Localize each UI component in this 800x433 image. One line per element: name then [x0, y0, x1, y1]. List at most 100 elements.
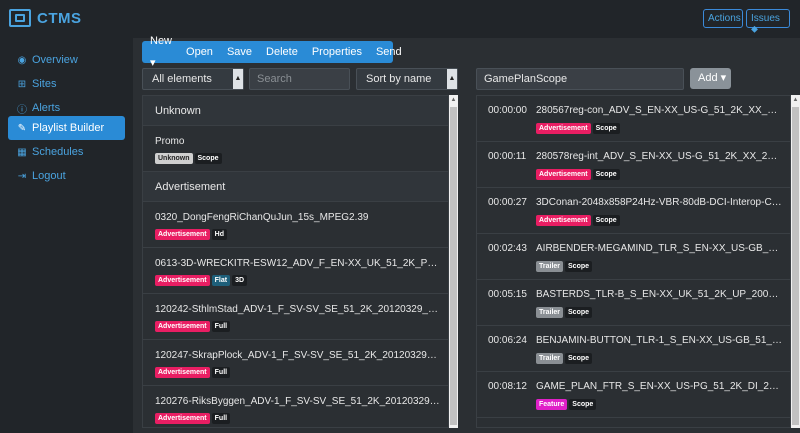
list-item[interactable]: 120242-SthlmStad_ADV-1_F_SV-SV_SE_51_2K_… — [143, 294, 448, 340]
open-button[interactable]: Open — [179, 41, 220, 63]
list-item[interactable]: 0320_DongFengRiChanQuJun_15s_MPEG2.39 Ad… — [143, 202, 448, 248]
element-title: 120247-SkrapPlock_ADV-1_F_SV-SV_SE_51_2K… — [155, 350, 440, 361]
sitemap-icon: ⊞ — [17, 78, 27, 90]
save-button[interactable]: Save — [220, 41, 259, 63]
badge-scope: Scope — [592, 169, 620, 180]
search-input[interactable]: Search — [249, 68, 350, 90]
badge-scope: Scope — [565, 353, 593, 364]
item-title: 3DConan-2048x858P24Hz-VBR-80dB-DCI-Inter… — [536, 197, 782, 208]
list-item[interactable]: 120276-RiksByggen_ADV-1_F_SV-SV_SE_51_2K… — [143, 386, 448, 427]
sidebar-item-sites[interactable]: ⊞ Sites — [8, 72, 125, 96]
issues-button[interactable]: Issues ⬥ — [746, 9, 790, 35]
scrollbar-thumb[interactable] — [450, 107, 457, 425]
item-time: 00:05:15 — [488, 289, 527, 300]
item-time: 00:08:12 — [488, 381, 527, 392]
sidebar-item-label: Logout — [32, 170, 66, 182]
item-title: 280567reg-con_ADV_S_EN-XX_US-G_51_2K_XX_… — [536, 105, 782, 116]
sort-select[interactable]: Sort by name ▲ — [356, 68, 458, 90]
badge-hd: Hd — [211, 229, 227, 240]
badge-full: Full — [211, 321, 231, 332]
group-header: Unknown — [143, 96, 448, 126]
scroll-up-icon[interactable]: ▲ — [449, 95, 458, 105]
sidebar-item-playlist-builder[interactable]: ✎ Playlist Builder — [8, 116, 125, 140]
sidebar-item-label: Sites — [32, 78, 57, 90]
item-title: BENJAMIN-BUTTON_TLR-1_S_EN-XX_US-GB_51_2… — [536, 335, 782, 346]
chevron-down-icon: ▲ — [447, 69, 457, 89]
badge-feature: Feature — [536, 399, 568, 410]
element-list-scrollbar[interactable]: ▲ — [449, 95, 458, 428]
badge-flat: Flat — [211, 275, 231, 286]
info-icon: ⓘ — [17, 104, 27, 116]
search-placeholder: Search — [257, 73, 292, 85]
element-title: 120242-SthlmStad_ADV-1_F_SV-SV_SE_51_2K_… — [155, 304, 440, 315]
item-title: 280578reg-int_ADV_S_EN-XX_US-G_51_2K_XX_… — [536, 151, 782, 162]
logout-icon: ⇥ — [17, 170, 27, 182]
group-header-label: Unknown — [155, 105, 201, 117]
badge-advertisement: Advertisement — [536, 123, 591, 134]
top-navbar: CTMS Actions Issues ⬥ — [0, 0, 800, 38]
playlist-name-value: GamePlanScope — [484, 73, 568, 85]
add-button[interactable]: Add ▾ — [690, 68, 731, 89]
calendar-icon: ▦ — [17, 146, 27, 158]
badge-scope: Scope — [569, 399, 597, 410]
sidebar-item-overview[interactable]: ◉ Overview — [8, 48, 125, 72]
playlist-row[interactable]: 00:06:24 BENJAMIN-BUTTON_TLR-1_S_EN-XX_U… — [477, 326, 790, 372]
element-title: 0613-3D-WRECKITR-ESW12_ADV_F_EN-XX_UK_51… — [155, 258, 440, 269]
badge-advertisement: Advertisement — [155, 321, 210, 332]
sidebar-item-schedules[interactable]: ▦ Schedules — [8, 140, 125, 164]
badge-scope: Scope — [592, 215, 620, 226]
item-time: 00:00:00 — [488, 105, 527, 116]
item-time: 00:06:24 — [488, 335, 527, 346]
badge-full: Full — [211, 367, 231, 378]
chevron-down-icon: ▲ — [233, 69, 243, 89]
sidebar-item-label: Schedules — [32, 146, 84, 158]
globe-icon: ◉ — [17, 54, 27, 66]
scrollbar-thumb[interactable] — [792, 107, 799, 425]
badge-unknown: Unknown — [155, 153, 193, 164]
item-time: 00:02:43 — [488, 243, 527, 254]
badge-scope: Scope — [592, 123, 620, 134]
item-title: AIRBENDER-MEGAMIND_TLR_S_EN-XX_US-GB_2K_… — [536, 243, 782, 254]
playlist-name-input[interactable]: GamePlanScope — [476, 68, 684, 90]
element-list: Unknown Promo Unknown Scope Advertisemen… — [142, 95, 449, 428]
brand[interactable]: CTMS — [9, 9, 82, 27]
scroll-up-icon[interactable]: ▲ — [791, 95, 800, 105]
playlist-row[interactable]: 00:00:27 3DConan-2048x858P24Hz-VBR-80dB-… — [477, 188, 790, 234]
sidebar-item-label: Alerts — [32, 102, 61, 114]
element-title: 120276-RiksByggen_ADV-1_F_SV-SV_SE_51_2K… — [155, 396, 440, 407]
element-title: 0320_DongFengRiChanQuJun_15s_MPEG2.39 — [155, 212, 369, 223]
item-time: 00:00:27 — [488, 197, 527, 208]
playlist-toolbar: New ▾ Open Save Delete Properties Send — [142, 35, 402, 69]
badge-advertisement: Advertisement — [155, 275, 210, 286]
item-title: GAME_PLAN_FTR_S_EN-XX_US-PG_51_2K_DI_200… — [536, 381, 782, 392]
playlist-row[interactable]: 00:02:43 AIRBENDER-MEGAMIND_TLR_S_EN-XX_… — [477, 234, 790, 280]
sidebar-item-label: Overview — [32, 54, 78, 66]
playlist-scrollbar[interactable]: ▲ — [791, 95, 800, 428]
element-type-select[interactable]: All elements ▲ — [142, 68, 244, 90]
badge-trailer: Trailer — [536, 307, 564, 318]
list-item[interactable]: 0613-3D-WRECKITR-ESW12_ADV_F_EN-XX_UK_51… — [143, 248, 448, 294]
properties-button[interactable]: Properties — [305, 41, 369, 63]
list-item[interactable]: Promo Unknown Scope — [143, 126, 448, 172]
playlist-items: 00:00:00 280567reg-con_ADV_S_EN-XX_US-G_… — [476, 95, 791, 428]
badge-advertisement: Advertisement — [155, 229, 210, 240]
send-button[interactable]: Send — [369, 41, 409, 63]
sidebar: ◉ Overview ⊞ Sites ⓘ Alerts ✎ Playlist B… — [0, 38, 133, 433]
sidebar-item-label: Playlist Builder — [32, 122, 105, 134]
playlist-row[interactable]: 00:00:00 280567reg-con_ADV_S_EN-XX_US-G_… — [477, 96, 790, 142]
item-title: BASTERDS_TLR-B_S_EN-XX_UK_51_2K_UP_20090… — [536, 289, 782, 300]
list-item[interactable]: 120247-SkrapPlock_ADV-1_F_SV-SV_SE_51_2K… — [143, 340, 448, 386]
actions-button[interactable]: Actions — [703, 9, 743, 28]
badge-advertisement: Advertisement — [536, 215, 591, 226]
badge-advertisement: Advertisement — [536, 169, 591, 180]
badge-scope: Scope — [565, 261, 593, 272]
edit-icon: ✎ — [17, 122, 27, 134]
badge-full: Full — [211, 413, 231, 424]
playlist-row[interactable]: 00:00:11 280578reg-int_ADV_S_EN-XX_US-G_… — [477, 142, 790, 188]
delete-button[interactable]: Delete — [259, 41, 305, 63]
playlist-row[interactable]: 00:08:12 GAME_PLAN_FTR_S_EN-XX_US-PG_51_… — [477, 372, 790, 418]
brand-name: CTMS — [37, 9, 82, 27]
element-type-value: All elements — [152, 73, 212, 85]
playlist-row[interactable]: 00:05:15 BASTERDS_TLR-B_S_EN-XX_UK_51_2K… — [477, 280, 790, 326]
sidebar-item-logout[interactable]: ⇥ Logout — [8, 164, 125, 188]
